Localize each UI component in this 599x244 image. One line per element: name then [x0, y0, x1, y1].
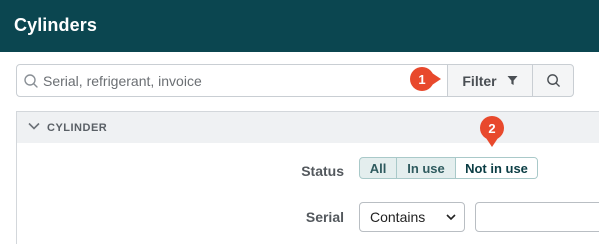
callout-badge-1: 1 [410, 67, 441, 91]
status-option-all[interactable]: All [360, 158, 397, 178]
serial-operator-select[interactable]: Contains [359, 202, 465, 232]
filter-button[interactable]: Filter [447, 64, 533, 97]
serial-value-input[interactable] [475, 202, 599, 232]
search-button[interactable] [532, 64, 574, 97]
funnel-icon [507, 76, 518, 85]
chevron-down-icon [28, 122, 40, 130]
search-icon [546, 74, 560, 87]
search-icon [24, 74, 38, 88]
status-option-in-use[interactable]: In use [397, 158, 456, 178]
status-segmented-control[interactable]: All In use Not in use [359, 157, 538, 179]
search-input[interactable] [43, 66, 423, 95]
status-label: Status [301, 163, 344, 179]
serial-operator-value: Contains [370, 209, 426, 225]
filter-button-label: Filter [462, 72, 497, 89]
app-header: Cylinders [0, 0, 599, 52]
chevron-down-icon [446, 214, 456, 221]
page-title: Cylinders [14, 15, 97, 35]
section-header[interactable]: CYLINDER [17, 112, 599, 143]
serial-label: Serial [305, 209, 344, 225]
search-box[interactable] [16, 64, 448, 97]
status-option-not-in-use[interactable]: Not in use [456, 158, 537, 178]
section-title: CYLINDER [47, 122, 108, 134]
callout-badge-2: 2 [480, 116, 504, 147]
